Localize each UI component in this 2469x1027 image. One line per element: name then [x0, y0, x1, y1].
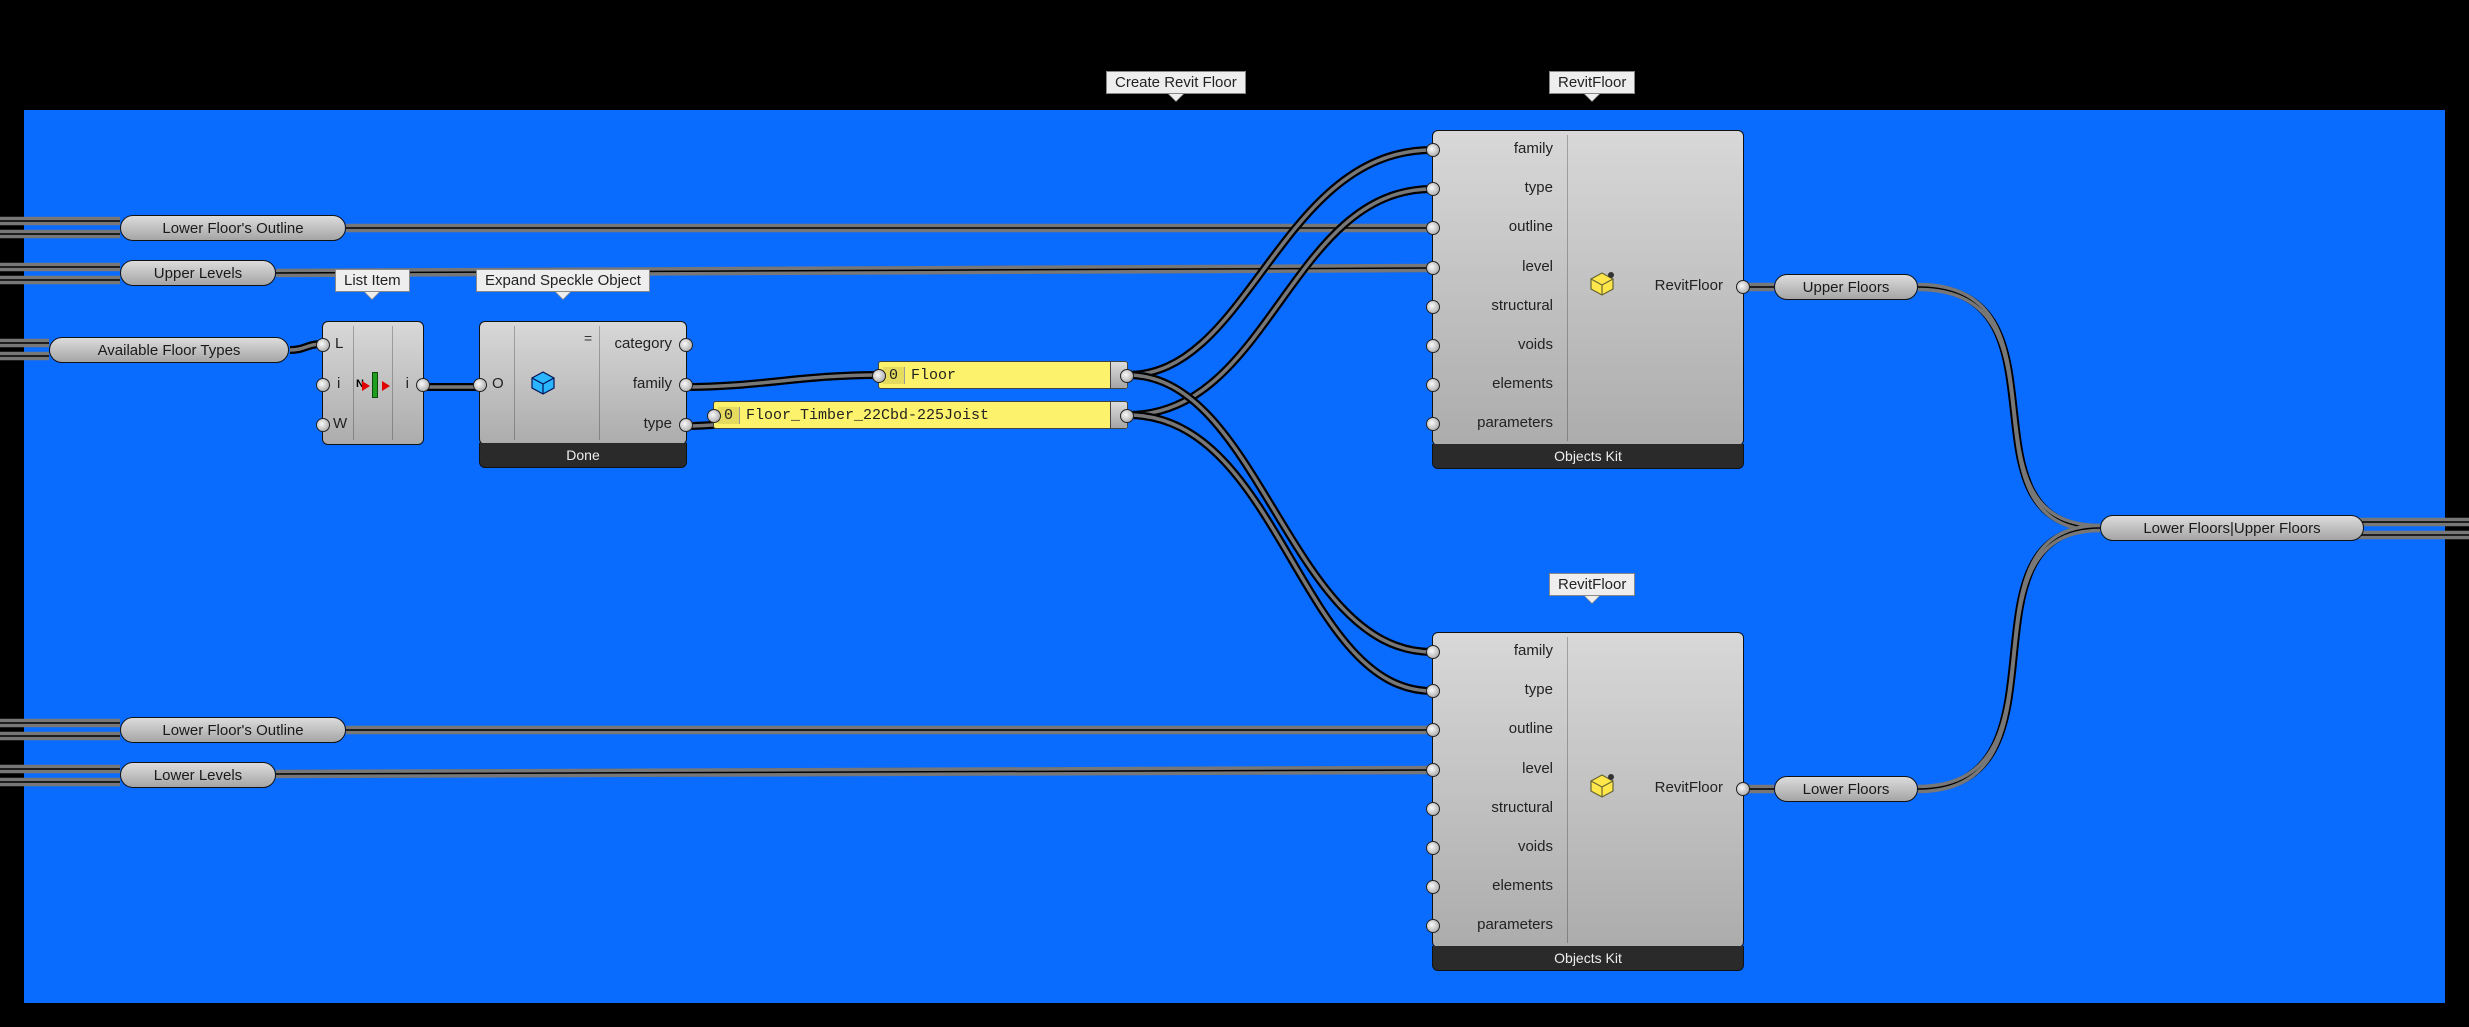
in-elements-2: elements: [1492, 877, 1553, 894]
list-item-icon: N: [360, 370, 388, 398]
component-footer-objects-kit-1: Objects Kit: [1432, 444, 1744, 469]
component-list-item[interactable]: L i W i N: [322, 321, 424, 445]
tooltip-revitfloor-1: RevitFloor: [1549, 71, 1635, 94]
param-lower-floor-outline-2[interactable]: Lower Floor's Outline: [120, 717, 346, 743]
in-voids-2: voids: [1518, 838, 1553, 855]
panel-family-index: 0: [883, 367, 905, 384]
param-lower-levels[interactable]: Lower Levels: [120, 762, 276, 788]
in-outline: outline: [1509, 218, 1553, 235]
port-label-i-in: i: [337, 375, 340, 392]
port-label-family: family: [633, 375, 672, 392]
param-merged-floors[interactable]: Lower Floors|Upper Floors: [2100, 515, 2364, 541]
in-outline-2: outline: [1509, 720, 1553, 737]
in-family-2: family: [1514, 642, 1553, 659]
component-revitfloor-lower[interactable]: family type outline level structural voi…: [1432, 632, 1744, 948]
tooltip-create-revit-floor: Create Revit Floor: [1106, 71, 1246, 94]
tooltip-revitfloor-2: RevitFloor: [1549, 573, 1635, 596]
out-revitfloor: RevitFloor: [1655, 277, 1723, 294]
param-upper-levels[interactable]: Upper Levels: [120, 260, 276, 286]
panel-family-text: Floor: [911, 367, 956, 384]
in-level-2: level: [1522, 760, 1553, 777]
in-family: family: [1514, 140, 1553, 157]
component-revitfloor-upper[interactable]: family type outline level structural voi…: [1432, 130, 1744, 446]
tooltip-expand-speckle-object: Expand Speckle Object: [476, 269, 650, 292]
panel-type-index: 0: [718, 407, 740, 424]
tooltip-list-item: List Item: [335, 269, 410, 292]
in-elements: elements: [1492, 375, 1553, 392]
in-voids: voids: [1518, 336, 1553, 353]
panel-family[interactable]: 0 Floor: [878, 361, 1128, 389]
port-label-type: type: [644, 415, 672, 432]
param-upper-floors[interactable]: Upper Floors: [1774, 274, 1918, 300]
panel-type[interactable]: 0 Floor_Timber_22Cbd-225Joist: [713, 401, 1128, 429]
revitfloor-cube-icon-2: [1589, 773, 1615, 802]
component-footer-objects-kit-2: Objects Kit: [1432, 946, 1744, 971]
in-structural-2: structural: [1491, 799, 1553, 816]
in-parameters-2: parameters: [1477, 916, 1553, 933]
speckle-cube-icon: [530, 370, 556, 399]
in-structural: structural: [1491, 297, 1553, 314]
in-level: level: [1522, 258, 1553, 275]
param-lower-floor-outline-1[interactable]: Lower Floor's Outline: [120, 215, 346, 241]
group-canvas: [22, 108, 2447, 1005]
out-revitfloor-2: RevitFloor: [1655, 779, 1723, 796]
param-available-floor-types[interactable]: Available Floor Types: [49, 337, 289, 363]
component-footer-done: Done: [479, 443, 687, 468]
equals-icon: =: [584, 330, 592, 346]
port-label-L: L: [335, 335, 343, 352]
revitfloor-cube-icon: [1589, 271, 1615, 300]
in-parameters: parameters: [1477, 414, 1553, 431]
port-label-i-out: i: [406, 375, 409, 392]
port-label-W: W: [333, 415, 347, 432]
panel-type-text: Floor_Timber_22Cbd-225Joist: [746, 407, 989, 424]
port-label-O: O: [492, 375, 504, 392]
in-type: type: [1525, 179, 1553, 196]
port-label-category: category: [614, 335, 672, 352]
component-expand-speckle-object[interactable]: O category family type = Done: [479, 321, 687, 445]
in-type-2: type: [1525, 681, 1553, 698]
param-lower-floors[interactable]: Lower Floors: [1774, 776, 1918, 802]
